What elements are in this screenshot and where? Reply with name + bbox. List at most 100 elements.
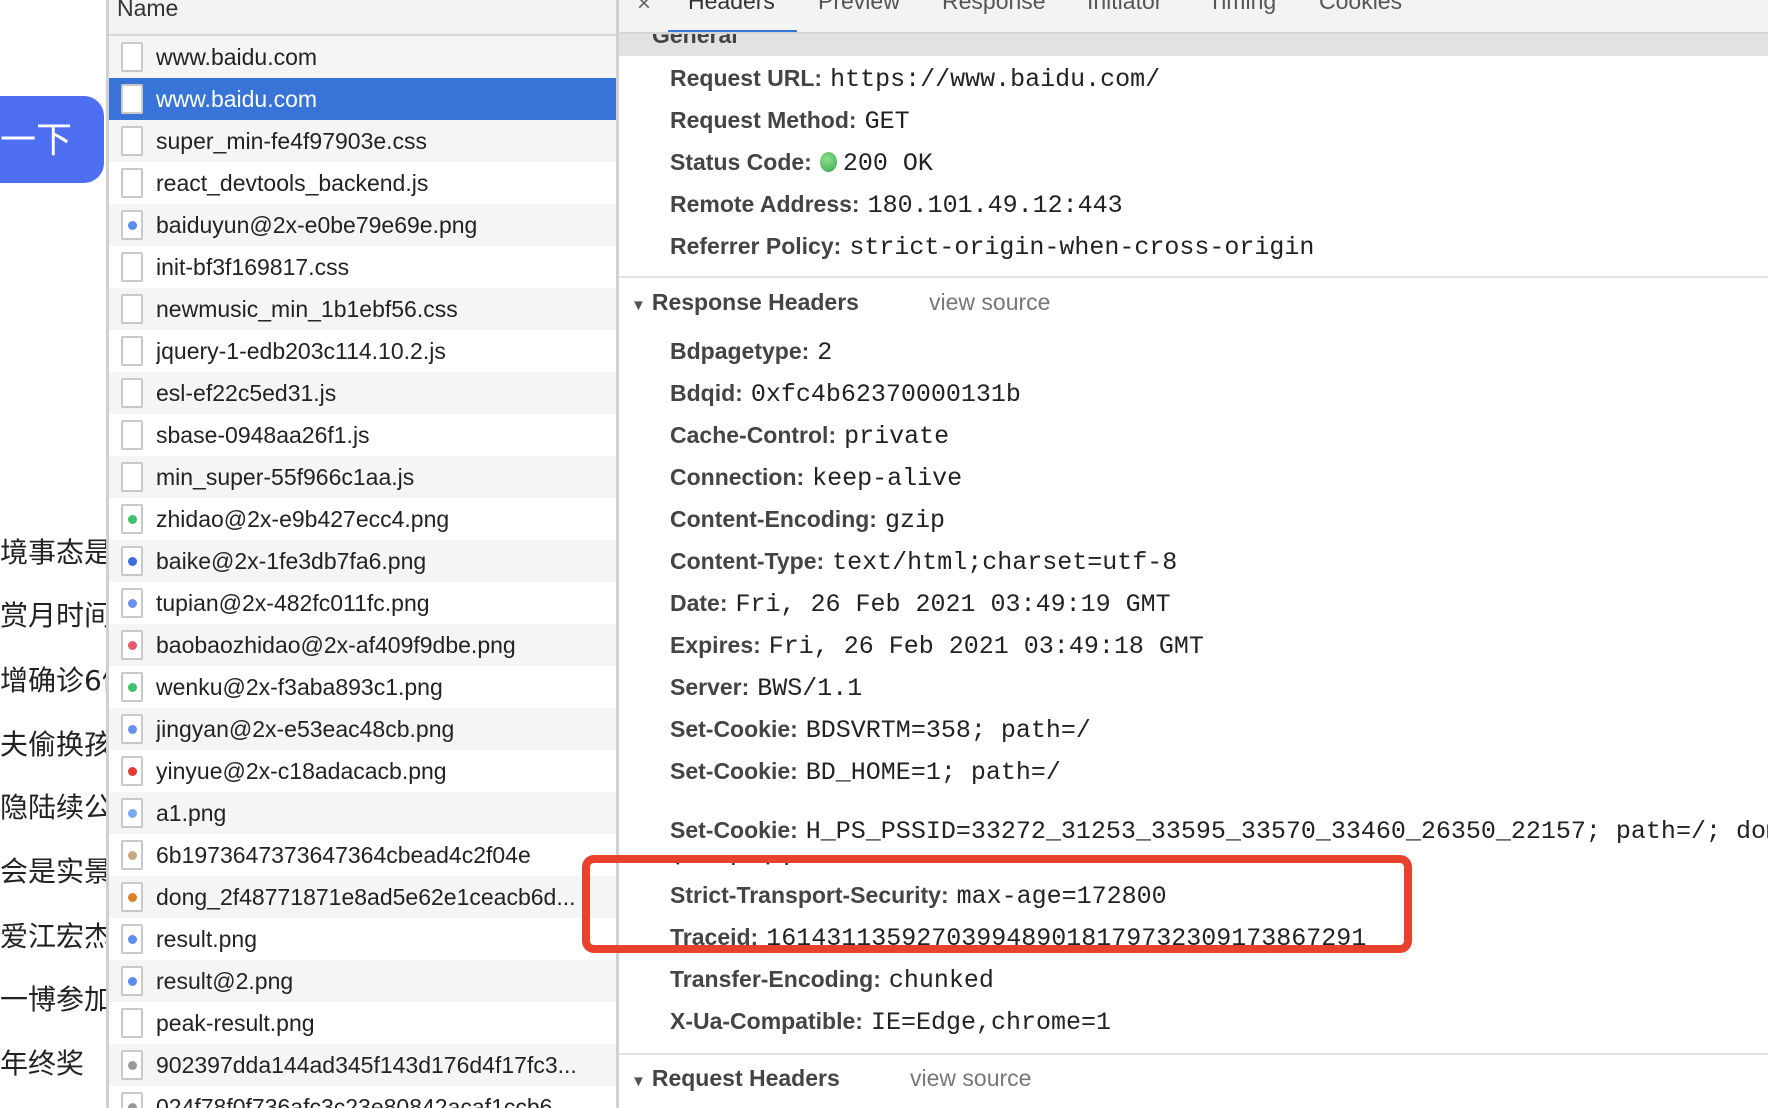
header-value: strict-origin-when-cross-origin	[849, 233, 1315, 262]
header-key: Date:	[670, 590, 728, 616]
news-headline[interactable]: 境事态是否	[0, 531, 106, 571]
header-row: Set-Cookie: BD_HOME=1; path=/	[670, 756, 1061, 788]
news-headline[interactable]: 爱江宏杰冲	[0, 915, 106, 955]
request-name: super_min-fe4f97903e.css	[156, 127, 428, 154]
request-row[interactable]: esl-ef22c5ed31.js	[109, 372, 616, 414]
request-row[interactable]: react_devtools_backend.js	[109, 162, 616, 204]
request-row[interactable]: peak-result.png	[109, 1002, 616, 1044]
request-row[interactable]: min_super-55f966c1aa.js	[109, 456, 616, 498]
request-row[interactable]: a1.png	[109, 792, 616, 834]
request-row[interactable]: www.baidu.com	[109, 36, 616, 78]
request-row[interactable]: yinyue@2x-c18adacacb.png	[109, 750, 616, 792]
request-row[interactable]: result@2.png	[109, 960, 616, 1002]
request-name: react_devtools_backend.js	[156, 169, 429, 196]
header-key: Set-Cookie:	[670, 817, 798, 843]
view-source-link[interactable]: view source	[910, 1065, 1031, 1092]
document-file-icon	[121, 420, 143, 450]
tab-preview[interactable]: Preview	[818, 0, 900, 15]
request-row[interactable]: 024f78f0f736afc3c23e80842acaf1ccb6	[109, 1086, 616, 1108]
image-file-icon	[121, 966, 143, 996]
request-name: zhidao@2x-e9b427ecc4.png	[156, 505, 450, 532]
news-headline[interactable]: 会是实景拍	[0, 850, 106, 890]
request-row[interactable]: baiduyun@2x-e0be79e69e.png	[109, 204, 616, 246]
header-row: Server: BWS/1.1	[670, 672, 862, 704]
request-name: result.png	[156, 925, 258, 952]
request-name: jingyan@2x-e53eac48cb.png	[156, 715, 455, 742]
news-headline[interactable]: 隐陆续公布	[0, 786, 106, 826]
header-row: Expires: Fri, 26 Feb 2021 03:49:18 GMT	[670, 630, 1204, 662]
request-row[interactable]: wenku@2x-f3aba893c1.png	[109, 666, 616, 708]
request-row[interactable]: init-bf3f169817.css	[109, 246, 616, 288]
section-title: Response Headers	[651, 289, 859, 315]
header-key: Bdqid:	[670, 380, 743, 406]
request-row[interactable]: newmusic_min_1b1ebf56.css	[109, 288, 616, 330]
active-tab-indicator	[668, 30, 797, 32]
request-row[interactable]: baobaozhidao@2x-af409f9dbe.png	[109, 624, 616, 666]
response-headers-toggle[interactable]: ▼ Response Headers	[631, 289, 859, 316]
image-file-icon	[121, 882, 143, 912]
header-value: BWS/1.1	[757, 674, 863, 703]
image-file-icon	[121, 1092, 143, 1108]
request-row[interactable]: www.baidu.com	[109, 78, 616, 120]
news-headline[interactable]: 增确诊6例	[0, 659, 106, 699]
header-row: Content-Encoding: gzip	[670, 504, 945, 536]
request-row[interactable]: dong_2f48771871e8ad5e62e1ceacb6d...	[109, 876, 616, 918]
tab-cookies[interactable]: Cookies	[1319, 0, 1402, 15]
news-headline[interactable]: 夫偷换孩子	[0, 723, 106, 763]
header-row: Bdqid: 0xfc4b62370000131b	[670, 378, 1021, 410]
view-source-link[interactable]: view source	[929, 289, 1050, 316]
request-row[interactable]: zhidao@2x-e9b427ecc4.png	[109, 498, 616, 540]
header-row: Referrer Policy: strict-origin-when-cross…	[670, 231, 1314, 263]
request-row[interactable]: result.png	[109, 918, 616, 960]
tab-response[interactable]: Response	[942, 0, 1046, 15]
request-row[interactable]: jingyan@2x-e53eac48cb.png	[109, 708, 616, 750]
header-value: Fri, 26 Feb 2021 03:49:18 GMT	[768, 632, 1204, 661]
header-key: Strict-Transport-Security:	[670, 882, 949, 908]
request-row[interactable]: jquery-1-edb203c114.10.2.js	[109, 330, 616, 372]
request-headers-toggle[interactable]: ▼ Request Headers	[631, 1065, 840, 1092]
request-row[interactable]: tupian@2x-482fc011fc.png	[109, 582, 616, 624]
request-details-panel: × Headers Preview Response Initiator Tim…	[619, 0, 1768, 1108]
request-row[interactable]: super_min-fe4f97903e.css	[109, 120, 616, 162]
status-ok-icon	[819, 152, 837, 172]
header-key: Expires:	[670, 632, 761, 658]
request-row[interactable]: baike@2x-1fe3db7fa6.png	[109, 540, 616, 582]
column-header-name[interactable]: Name	[109, 0, 616, 36]
request-list: Name www.baidu.com www.baidu.com super_m…	[109, 0, 616, 1108]
request-row[interactable]: sbase-0948aa26f1.js	[109, 414, 616, 456]
request-row[interactable]: 6b1973647373647364cbead4c2f04e	[109, 834, 616, 876]
header-row: Set-Cookie: H_PS_PSSID=33272_31253_33595_…	[670, 809, 1768, 865]
request-name: baobaozhidao@2x-af409f9dbe.png	[156, 631, 516, 658]
document-file-icon	[121, 1008, 143, 1038]
tab-headers[interactable]: Headers	[688, 0, 775, 15]
header-value: IE=Edge,chrome=1	[870, 1008, 1111, 1037]
divider	[619, 276, 1768, 278]
header-value: GET	[864, 107, 910, 136]
tab-timing[interactable]: Timing	[1208, 0, 1276, 15]
news-headline[interactable]: 一博参加奥	[0, 978, 106, 1018]
request-name: sbase-0948aa26f1.js	[156, 421, 370, 448]
header-row: Traceid: 16143113592703994890181797323091…	[670, 922, 1366, 954]
tab-initiator[interactable]: Initiator	[1087, 0, 1162, 15]
search-button[interactable]: 一下	[0, 96, 104, 183]
image-file-icon	[121, 504, 143, 534]
news-headline[interactable]: 赏月时间	[0, 594, 106, 634]
image-file-icon	[121, 1050, 143, 1080]
document-file-icon	[121, 42, 143, 72]
header-key: Content-Type:	[670, 548, 825, 574]
request-name: www.baidu.com	[156, 85, 318, 112]
header-key: Request URL:	[670, 65, 823, 91]
request-name: peak-result.png	[156, 1009, 315, 1036]
section-title: General	[652, 34, 738, 48]
header-row: Status Code: 200 OK	[670, 147, 933, 179]
header-key: Bdpagetype:	[670, 338, 810, 364]
close-icon[interactable]: ×	[637, 0, 651, 18]
request-row[interactable]: 902397dda144ad345f143d176d4f17fc3...	[109, 1044, 616, 1086]
header-value: gzip	[884, 506, 945, 535]
document-file-icon	[121, 168, 143, 198]
general-section-header[interactable]: General	[619, 34, 1768, 56]
image-file-icon	[121, 210, 143, 240]
header-key: Content-Encoding:	[670, 506, 877, 532]
image-file-icon	[121, 714, 143, 744]
news-headline[interactable]: 年终奖	[0, 1042, 106, 1082]
